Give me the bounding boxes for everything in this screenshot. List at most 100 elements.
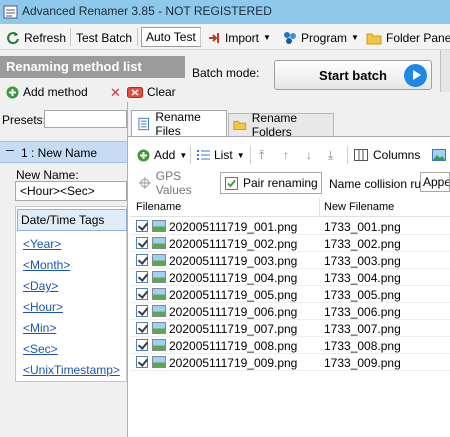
folder-panel-button[interactable]: Folder Panel [366, 28, 450, 47]
move-bottom-button[interactable]: ⤓ [328, 146, 333, 164]
app-icon [3, 5, 18, 19]
table-row[interactable]: 202005111719_004.png 1733_004.png [130, 269, 450, 286]
date-time-tags-tab[interactable]: Date/Time Tags [17, 209, 127, 231]
presets-dropdown[interactable] [44, 110, 127, 128]
clear-label: Clear [147, 85, 176, 99]
program-label: Program [301, 30, 348, 45]
add-icon [6, 86, 19, 98]
move-top-button[interactable]: ⤒ [259, 146, 264, 164]
row-new-filename: 1733_009.png [324, 356, 401, 370]
tab-pair-renaming[interactable]: Pair renaming [220, 172, 322, 194]
image-file-icon [152, 305, 166, 317]
image-file-icon [152, 322, 166, 334]
main-toolbar: Refresh Test Batch Auto Test Import ▼ Pr… [0, 24, 450, 50]
row-checkbox[interactable] [136, 237, 148, 249]
columns-label: Columns [373, 148, 421, 162]
row-filename: 202005111719_006.png [169, 305, 298, 319]
table-row[interactable]: 202005111719_007.png 1733_007.png [130, 320, 450, 337]
row-checkbox[interactable] [136, 271, 148, 283]
import-label: Import [225, 30, 260, 45]
column-divider[interactable] [319, 198, 320, 217]
row-checkbox[interactable] [136, 288, 148, 300]
remove-method-button[interactable]: ✕ [110, 85, 121, 101]
tab-rename-folders-label: Rename Folders [251, 111, 298, 139]
window-title: Advanced Renamer 3.85 - NOT REGISTERED [22, 4, 272, 18]
row-filename: 202005111719_002.png [169, 237, 298, 251]
test-batch-button[interactable]: Test Batch [76, 28, 132, 47]
method-toolbar: Add method ✕ [0, 82, 127, 102]
collision-rule-select[interactable]: Appen [420, 172, 450, 192]
tag-min-link[interactable]: <Min> [23, 321, 56, 335]
table-row[interactable]: 202005111719_006.png 1733_006.png [130, 303, 450, 320]
tab-rename-files[interactable]: Rename Files [131, 109, 227, 138]
tag-hour-link[interactable]: <Hour> [23, 300, 63, 314]
add-method-label: Add method [23, 85, 88, 99]
gps-icon [139, 177, 151, 189]
row-new-filename: 1733_001.png [324, 220, 401, 234]
folder-panel-label: Folder Panel [386, 30, 450, 45]
row-new-filename: 1733_004.png [324, 271, 401, 285]
add-label: Add [154, 148, 176, 162]
row-checkbox[interactable] [136, 305, 148, 317]
add-files-button[interactable]: Add ▼ [137, 146, 187, 164]
column-header-filename[interactable]: Filename [136, 201, 181, 213]
method-item-new-name[interactable]: 1 : New Name [0, 141, 127, 163]
row-checkbox[interactable] [136, 356, 148, 368]
row-filename: 202005111719_004.png [169, 271, 298, 285]
chevron-down-icon: ▼ [351, 33, 359, 42]
program-menu-button[interactable]: Program ▼ [283, 28, 359, 47]
folder-icon [366, 33, 382, 44]
tag-month-link[interactable]: <Month> [23, 258, 70, 272]
collapse-icon [6, 150, 14, 151]
table-row[interactable]: 202005111719_003.png 1733_003.png [130, 252, 450, 269]
tab-rename-folders[interactable]: Rename Folders [228, 111, 334, 139]
checkbox-icon [225, 176, 238, 190]
tab-gps-values[interactable]: GPS Values [133, 169, 219, 197]
column-header-new-filename[interactable]: New Filename [324, 201, 394, 213]
auto-test-toggle[interactable]: Auto Test [141, 27, 201, 47]
image-file-icon [152, 271, 166, 283]
row-new-filename: 1733_006.png [324, 305, 401, 319]
row-checkbox[interactable] [136, 322, 148, 334]
tag-day-link[interactable]: <Day> [23, 279, 58, 293]
row-filename: 202005111719_008.png [169, 339, 298, 353]
table-row[interactable]: 202005111719_005.png 1733_005.png [130, 286, 450, 303]
tag-unixtimestamp-link[interactable]: <UnixTimestamp> [23, 363, 120, 377]
row-filename: 202005111719_009.png [169, 356, 298, 370]
add-method-button[interactable]: Add method [6, 85, 88, 99]
batch-mode-label: Batch mode: [192, 66, 260, 80]
image-file-icon [152, 339, 166, 351]
start-batch-button[interactable]: Start batch [274, 60, 432, 90]
columns-button[interactable]: Columns [354, 146, 420, 164]
tag-year-link[interactable]: <Year> [23, 237, 61, 251]
add-icon [137, 149, 150, 161]
table-row[interactable]: 202005111719_008.png 1733_008.png [130, 337, 450, 354]
row-new-filename: 1733_008.png [324, 339, 401, 353]
arrow-bottom-icon: ⤓ [328, 147, 334, 162]
image-file-icon [152, 237, 166, 249]
auto-test-label: Auto Test [146, 30, 196, 44]
method-item-label: 1 : New Name [21, 146, 98, 160]
new-name-input[interactable]: <Hour><Sec> [15, 181, 127, 201]
pair-renaming-label: Pair renaming [243, 176, 318, 190]
row-checkbox[interactable] [136, 339, 148, 351]
table-row[interactable]: 202005111719_001.png 1733_001.png [130, 218, 450, 235]
chevron-down-icon: ▼ [179, 150, 188, 160]
clear-button[interactable]: Clear [127, 85, 176, 99]
refresh-button[interactable]: Refresh [6, 28, 66, 47]
import-menu-button[interactable]: Import ▼ [207, 28, 271, 47]
row-checkbox[interactable] [136, 254, 148, 266]
move-up-button[interactable]: ↑ [283, 146, 289, 164]
tag-sec-link[interactable]: <Sec> [23, 342, 58, 356]
list-icon [197, 150, 210, 160]
tab-rename-files-label: Rename Files [155, 109, 201, 138]
move-down-button[interactable]: ↓ [306, 146, 312, 164]
new-name-label: New Name: [16, 168, 79, 182]
arrow-down-icon: ↓ [306, 148, 312, 162]
thumbnail-view-button[interactable] [432, 146, 446, 164]
list-menu-button[interactable]: List ▼ [197, 146, 245, 164]
row-checkbox[interactable] [136, 220, 148, 232]
table-row[interactable]: 202005111719_002.png 1733_002.png [130, 235, 450, 252]
image-file-icon [152, 356, 166, 368]
table-row[interactable]: 202005111719_009.png 1733_009.png [130, 354, 450, 371]
